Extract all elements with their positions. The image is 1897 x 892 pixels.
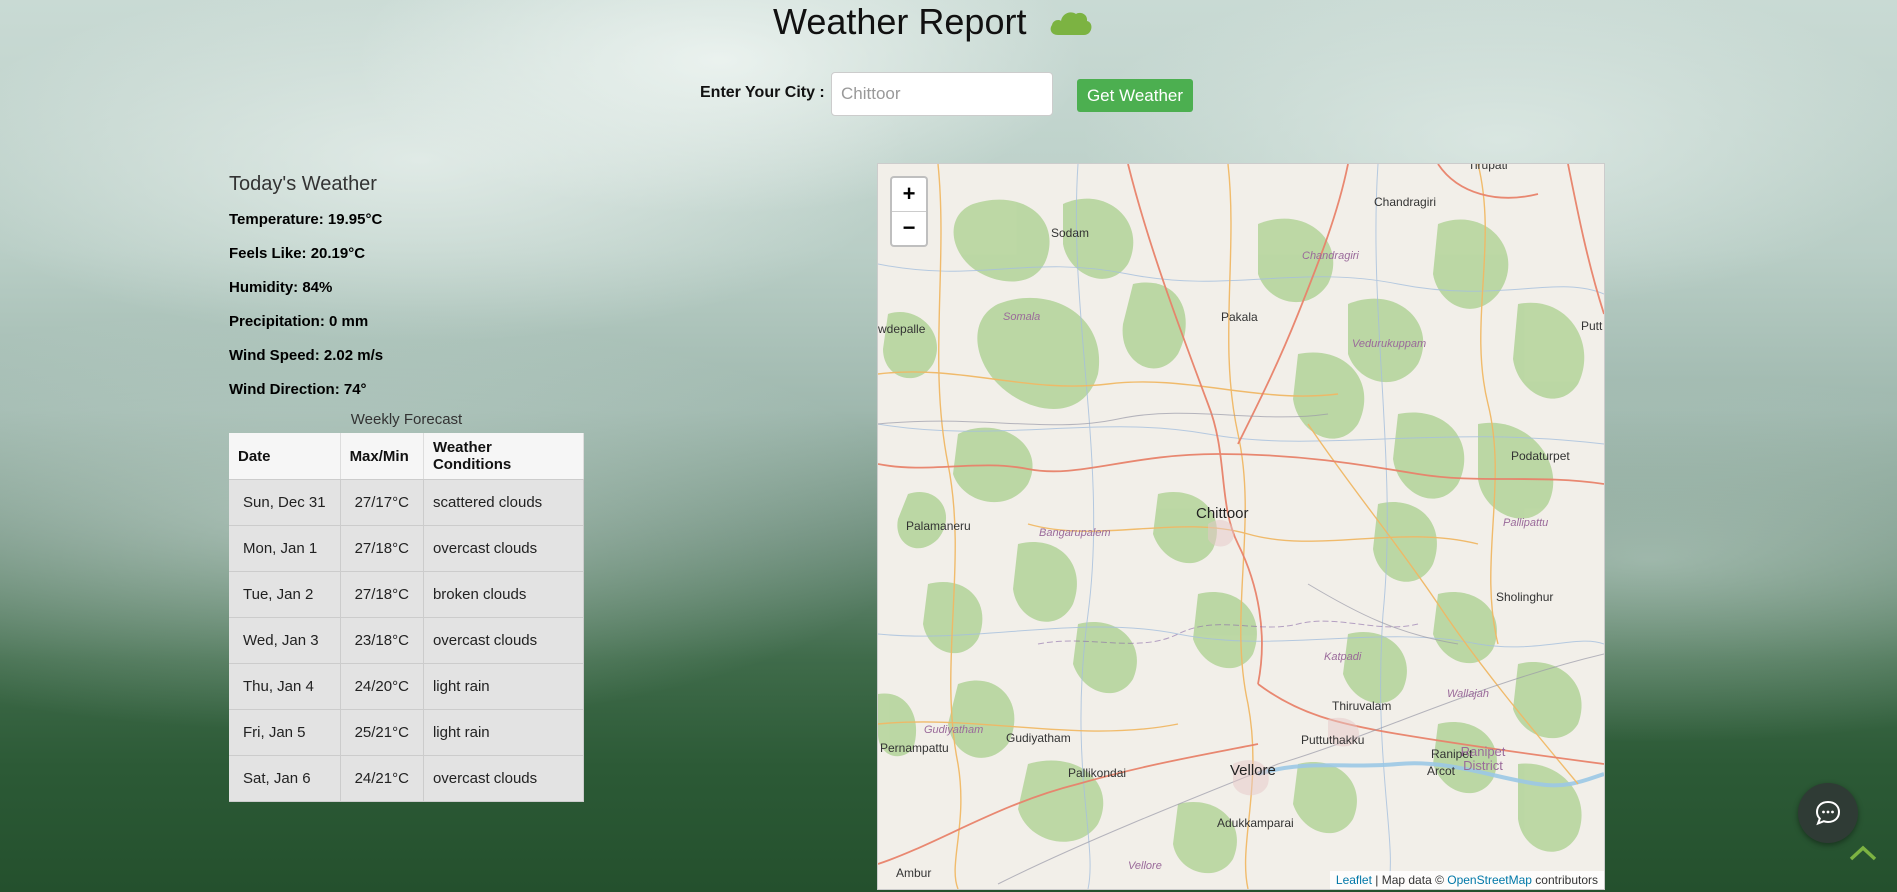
wind-speed-stat: Wind Speed: 2.02 m/s	[229, 347, 384, 364]
column-header-maxmin: Max/Min	[340, 433, 424, 480]
map-label-vellore: Vellore	[1230, 762, 1276, 779]
attribution-suffix: contributors	[1531, 873, 1598, 887]
map-attribution: Leaflet | Map data © OpenStreetMap contr…	[1329, 871, 1604, 889]
precipitation-stat: Precipitation: 0 mm	[229, 313, 369, 330]
map-label-vedurukuppam: Vedurukuppam	[1352, 338, 1427, 350]
forecast-date: Mon, Jan 1	[229, 525, 341, 572]
map-label-pakala: Pakala	[1221, 310, 1258, 324]
column-header-date: Date	[229, 433, 341, 480]
map-label-gudiyatham-river: Gudiyatham	[924, 724, 984, 736]
forecast-maxmin: 25/21°C	[340, 709, 424, 756]
map-label-ranipet-district: Ranipet District	[1460, 744, 1506, 773]
table-header-row: Date Max/Min Weather Conditions	[229, 433, 585, 480]
map-label-wallajah: Wallajah	[1447, 688, 1489, 700]
forecast-conditions: scattered clouds	[423, 479, 585, 526]
map-label-pernampattu: Pernampattu	[880, 741, 949, 755]
zoom-out-button[interactable]: −	[892, 212, 926, 245]
page-title: Weather Report	[773, 1, 1027, 42]
forecast-date: Wed, Jan 3	[229, 617, 341, 664]
city-input[interactable]	[831, 72, 1053, 116]
forecast-conditions: overcast clouds	[423, 617, 585, 664]
humidity-stat: Humidity: 84%	[229, 279, 333, 296]
map-label-chandragiri: Chandragiri	[1374, 195, 1437, 209]
forecast-maxmin: 23/18°C	[340, 617, 424, 664]
forecast-conditions: light rain	[423, 709, 585, 756]
forecast-date: Thu, Jan 4	[229, 663, 341, 710]
forecast-date: Sat, Jan 6	[229, 755, 341, 802]
today-weather-title: Today's Weather	[229, 173, 377, 195]
table-row: Wed, Jan 3 23/18°C overcast clouds	[229, 617, 585, 664]
forecast-table: Date Max/Min Weather Conditions Sun, Dec…	[229, 433, 585, 802]
map-tiles	[878, 164, 1604, 889]
temperature-stat: Temperature: 19.95°C	[229, 211, 383, 228]
forecast-conditions: overcast clouds	[423, 755, 585, 802]
map-label-pallikondai: Pallikondai	[1068, 766, 1127, 780]
map-label-gudiyatham: Gudiyatham	[1006, 731, 1071, 745]
table-row: Sun, Dec 31 27/17°C scattered clouds	[229, 479, 585, 526]
forecast-caption: Weekly Forecast	[350, 411, 463, 428]
city-label: Enter Your City :	[700, 84, 825, 101]
forecast-date: Tue, Jan 2	[229, 571, 341, 618]
table-row: Mon, Jan 1 27/18°C overcast clouds	[229, 525, 585, 572]
forecast-conditions: overcast clouds	[423, 525, 585, 572]
map-label-adukkamparai: Adukkamparai	[1217, 816, 1294, 830]
forecast-maxmin: 27/18°C	[340, 571, 424, 618]
map-label-bangarupalem: Bangarupalem	[1039, 527, 1111, 539]
forecast-conditions: light rain	[423, 663, 585, 710]
table-row: Fri, Jan 5 25/21°C light rain	[229, 709, 585, 756]
table-row: Thu, Jan 4 24/20°C light rain	[229, 663, 585, 710]
forecast-maxmin: 27/17°C	[340, 479, 424, 526]
map-label-sodam: Sodam	[1051, 226, 1090, 240]
forecast-maxmin: 24/21°C	[340, 755, 424, 802]
table-row: Tue, Jan 2 27/18°C broken clouds	[229, 571, 585, 618]
map-label-thiruvalam: Thiruvalam	[1332, 699, 1392, 713]
column-header-conditions: Weather Conditions	[423, 433, 585, 480]
scroll-to-top-icon[interactable]	[1848, 843, 1878, 863]
map-label-palamaneru: Palamaneru	[906, 519, 971, 533]
map-label-wdepalle: wdepalle	[878, 322, 926, 336]
map-label-ambur: Ambur	[896, 866, 932, 880]
openstreetmap-link[interactable]: OpenStreetMap	[1447, 873, 1532, 887]
forecast-maxmin: 24/20°C	[340, 663, 424, 710]
forecast-date: Sun, Dec 31	[229, 479, 341, 526]
chat-button[interactable]	[1798, 783, 1858, 843]
feels-like-stat: Feels Like: 20.19°C	[229, 245, 366, 262]
map-label-puttuthakku: Puttuthakku	[1301, 733, 1365, 747]
map-label-podaturpet: Podaturpet	[1511, 449, 1570, 463]
map-label-sholinghur: Sholinghur	[1496, 590, 1554, 604]
forecast-conditions: broken clouds	[423, 571, 585, 618]
chat-icon	[1815, 800, 1841, 826]
wind-direction-stat: Wind Direction: 74°	[229, 381, 367, 398]
get-weather-button[interactable]: Get Weather	[1077, 79, 1193, 112]
forecast-date: Fri, Jan 5	[229, 709, 341, 756]
map-label-somala: Somala	[1003, 311, 1041, 323]
zoom-in-button[interactable]: +	[892, 178, 926, 212]
table-row: Sat, Jan 6 24/21°C overcast clouds	[229, 755, 585, 802]
map-label-tirupati: Tirupati	[1468, 163, 1508, 172]
map[interactable]: + − Tirupati Chandragiri Chandragiri Sod…	[877, 163, 1605, 890]
map-label-katpadi: Katpadi	[1324, 651, 1362, 663]
map-label-putt: Putt	[1581, 319, 1603, 333]
map-label-arcot: Arcot	[1427, 764, 1456, 778]
leaflet-link[interactable]: Leaflet	[1336, 873, 1372, 887]
map-label-pallipattu: Pallipattu	[1503, 517, 1549, 529]
zoom-control: + −	[890, 176, 928, 247]
map-label-chandragiri-river: Chandragiri	[1302, 250, 1359, 262]
attribution-text: | Map data ©	[1371, 873, 1448, 887]
map-label-vellore-river: Vellore	[1128, 860, 1162, 872]
map-label-chittoor: Chittoor	[1196, 505, 1249, 522]
forecast-maxmin: 27/18°C	[340, 525, 424, 572]
cloud-icon	[1050, 12, 1092, 35]
